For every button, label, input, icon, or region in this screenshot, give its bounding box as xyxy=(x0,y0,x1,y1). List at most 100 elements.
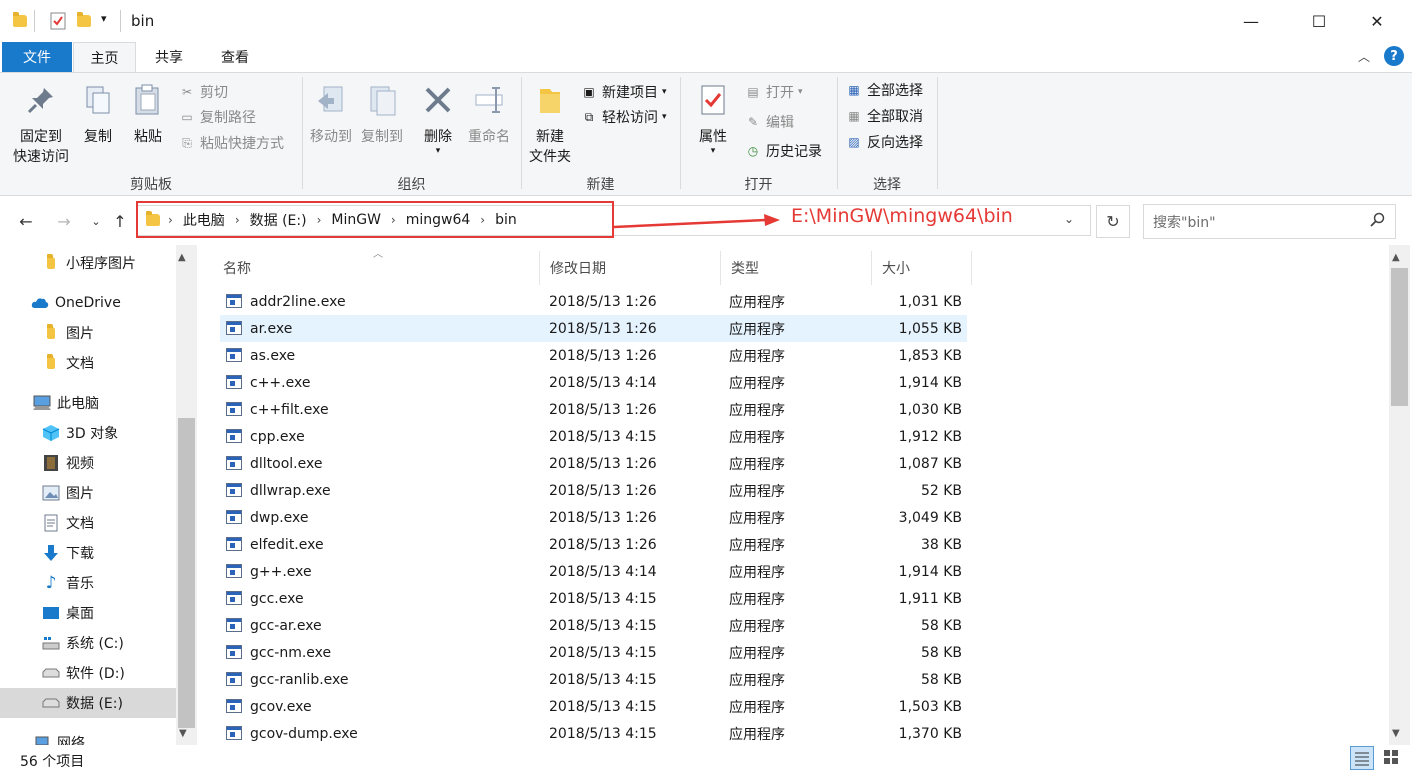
back-button[interactable]: ← xyxy=(14,209,38,233)
column-header-size[interactable]: 大小 xyxy=(872,251,972,285)
nav-item-onedrive[interactable]: OneDrive xyxy=(0,288,176,318)
new-folder-button[interactable]: 新建 文件夹 xyxy=(525,83,575,167)
file-name[interactable]: gcc-ar.exe xyxy=(250,612,322,639)
nav-item-3d-objects[interactable]: 3D 对象 xyxy=(0,418,176,448)
file-name[interactable]: dlltool.exe xyxy=(250,450,322,477)
file-name[interactable]: g++.exe xyxy=(250,558,312,585)
nav-scrollbar-thumb[interactable] xyxy=(178,418,195,728)
copy-path-button[interactable]: ▭ 复制路径 xyxy=(178,106,256,128)
table-row[interactable]: gcc-ar.exe 2018/5/13 4:15 应用程序 58 KB xyxy=(220,612,967,639)
nav-item-onedrive-pictures[interactable]: 图片 xyxy=(0,318,176,348)
select-none-button[interactable]: ▦ 全部取消 xyxy=(845,105,923,127)
copy-to-button[interactable]: 复制到 xyxy=(357,83,407,147)
file-name[interactable]: c++.exe xyxy=(250,369,310,396)
customize-quick-access-icon[interactable]: ▾ xyxy=(101,12,107,25)
nav-item-mini-program-pictures[interactable]: 小程序图片 xyxy=(0,248,176,278)
breadcrumb-mingw64[interactable]: mingw64 xyxy=(400,212,477,228)
search-icon[interactable] xyxy=(1370,212,1386,228)
properties-quick-icon[interactable] xyxy=(50,12,66,30)
table-row[interactable]: dllwrap.exe 2018/5/13 1:26 应用程序 52 KB xyxy=(220,477,967,504)
scroll-up-icon[interactable]: ▲ xyxy=(178,252,186,263)
breadcrumb-this-pc[interactable]: 此电脑 xyxy=(177,210,231,230)
edit-button[interactable]: ✎ 编辑 xyxy=(744,111,794,133)
nav-item-documents[interactable]: 文档 xyxy=(0,508,176,538)
open-button[interactable]: ▤ 打开 ▾ xyxy=(744,81,802,103)
file-name[interactable]: gcc-ranlib.exe xyxy=(250,666,349,693)
chevron-right-icon[interactable]: › xyxy=(231,213,244,227)
history-button[interactable]: ◷ 历史记录 xyxy=(744,140,822,162)
file-name[interactable]: gcc.exe xyxy=(250,585,304,612)
new-item-button[interactable]: ▣ 新建项目 ▾ xyxy=(580,81,666,103)
delete-dropdown-icon[interactable]: ▾ xyxy=(416,147,460,156)
table-row[interactable]: gcov.exe 2018/5/13 4:15 应用程序 1,503 KB xyxy=(220,693,967,720)
file-name[interactable]: ar.exe xyxy=(250,315,292,342)
table-row[interactable]: ar.exe 2018/5/13 1:26 应用程序 1,055 KB xyxy=(220,315,967,342)
file-name[interactable]: dwp.exe xyxy=(250,504,309,531)
nav-item-this-pc[interactable]: 此电脑 xyxy=(0,388,176,418)
table-row[interactable]: addr2line.exe 2018/5/13 1:26 应用程序 1,031 KB xyxy=(220,288,967,315)
file-name[interactable]: gcov-dump.exe xyxy=(250,720,358,745)
maximize-button[interactable]: ☐ xyxy=(1296,0,1342,42)
minimize-button[interactable]: — xyxy=(1228,0,1274,42)
close-button[interactable]: ✕ xyxy=(1354,0,1400,42)
cut-button[interactable]: ✂ 剪切 xyxy=(178,81,228,103)
scroll-down-icon[interactable]: ▼ xyxy=(1392,728,1400,739)
file-name[interactable]: c++filt.exe xyxy=(250,396,329,423)
file-name[interactable]: gcov.exe xyxy=(250,693,312,720)
table-row[interactable]: cpp.exe 2018/5/13 4:15 应用程序 1,912 KB xyxy=(220,423,967,450)
rename-button[interactable]: 重命名 xyxy=(462,83,516,147)
nav-item-onedrive-documents[interactable]: 文档 xyxy=(0,348,176,378)
nav-item-pictures[interactable]: 图片 xyxy=(0,478,176,508)
search-input[interactable]: 搜索"bin" xyxy=(1143,204,1396,239)
collapse-ribbon-icon[interactable]: ︿ xyxy=(1358,48,1370,65)
tab-file[interactable]: 文件 xyxy=(2,42,72,72)
file-name[interactable]: elfedit.exe xyxy=(250,531,324,558)
nav-item-desktop[interactable]: 桌面 xyxy=(0,598,176,628)
chevron-right-icon[interactable]: › xyxy=(387,213,400,227)
table-row[interactable]: g++.exe 2018/5/13 4:14 应用程序 1,914 KB xyxy=(220,558,967,585)
large-icons-view-button[interactable] xyxy=(1380,746,1404,770)
refresh-button[interactable]: ↻ xyxy=(1096,205,1130,238)
paste-shortcut-button[interactable]: ⎘ 粘贴快捷方式 xyxy=(178,132,284,154)
table-row[interactable]: gcc-ranlib.exe 2018/5/13 4:15 应用程序 58 KB xyxy=(220,666,967,693)
file-name[interactable]: dllwrap.exe xyxy=(250,477,331,504)
recent-locations-button[interactable]: ⌄ xyxy=(84,209,108,233)
new-folder-quick-icon[interactable] xyxy=(76,12,92,30)
up-button[interactable]: ↑ xyxy=(108,209,132,233)
chevron-right-icon[interactable]: › xyxy=(164,213,177,227)
select-all-button[interactable]: ▦ 全部选择 xyxy=(845,79,923,101)
breadcrumb-drive-e[interactable]: 数据 (E:) xyxy=(244,210,313,230)
properties-button[interactable]: 属性 ▾ xyxy=(690,83,736,156)
scroll-down-icon[interactable]: ▼ xyxy=(179,728,187,739)
table-row[interactable]: gcov-dump.exe 2018/5/13 4:15 应用程序 1,370 KB xyxy=(220,720,967,745)
column-header-type[interactable]: 类型 xyxy=(721,251,872,285)
table-row[interactable]: dwp.exe 2018/5/13 1:26 应用程序 3,049 KB xyxy=(220,504,967,531)
file-name[interactable]: addr2line.exe xyxy=(250,288,346,315)
pin-to-quick-access-button[interactable]: 固定到 快速访问 xyxy=(8,83,74,167)
table-row[interactable]: c++filt.exe 2018/5/13 1:26 应用程序 1,030 KB xyxy=(220,396,967,423)
scroll-up-icon[interactable]: ▲ xyxy=(1392,252,1400,263)
tab-home[interactable]: 主页 xyxy=(73,42,136,73)
table-row[interactable]: gcc-nm.exe 2018/5/13 4:15 应用程序 58 KB xyxy=(220,639,967,666)
table-row[interactable]: as.exe 2018/5/13 1:26 应用程序 1,853 KB xyxy=(220,342,967,369)
details-view-button[interactable] xyxy=(1350,746,1374,770)
table-row[interactable]: gcc.exe 2018/5/13 4:15 应用程序 1,911 KB xyxy=(220,585,967,612)
delete-button[interactable]: 删除 ▾ xyxy=(416,83,460,156)
address-breadcrumb[interactable]: › 此电脑 › 数据 (E:) › MinGW › mingw64 › bin xyxy=(136,201,614,238)
nav-item-drive-d[interactable]: 软件 (D:) xyxy=(0,658,176,688)
nav-item-music[interactable]: ♪ 音乐 xyxy=(0,568,176,598)
file-name[interactable]: as.exe xyxy=(250,342,295,369)
table-row[interactable]: dlltool.exe 2018/5/13 1:26 应用程序 1,087 KB xyxy=(220,450,967,477)
chevron-right-icon[interactable]: › xyxy=(476,213,489,227)
chevron-right-icon[interactable]: › xyxy=(313,213,326,227)
column-header-name[interactable]: 名称 xyxy=(213,251,540,285)
tab-share[interactable]: 共享 xyxy=(136,42,202,72)
breadcrumb-mingw[interactable]: MinGW xyxy=(325,212,387,228)
invert-selection-button[interactable]: ▨ 反向选择 xyxy=(845,131,923,153)
address-dropdown-icon[interactable]: ⌄ xyxy=(1064,212,1074,226)
nav-item-drive-c[interactable]: 系统 (C:) xyxy=(0,628,176,658)
forward-button[interactable]: → xyxy=(52,209,76,233)
column-header-date[interactable]: 修改日期 xyxy=(540,251,721,285)
nav-item-network[interactable]: 网络 xyxy=(0,728,176,745)
nav-item-drive-e[interactable]: 数据 (E:) xyxy=(0,688,176,718)
